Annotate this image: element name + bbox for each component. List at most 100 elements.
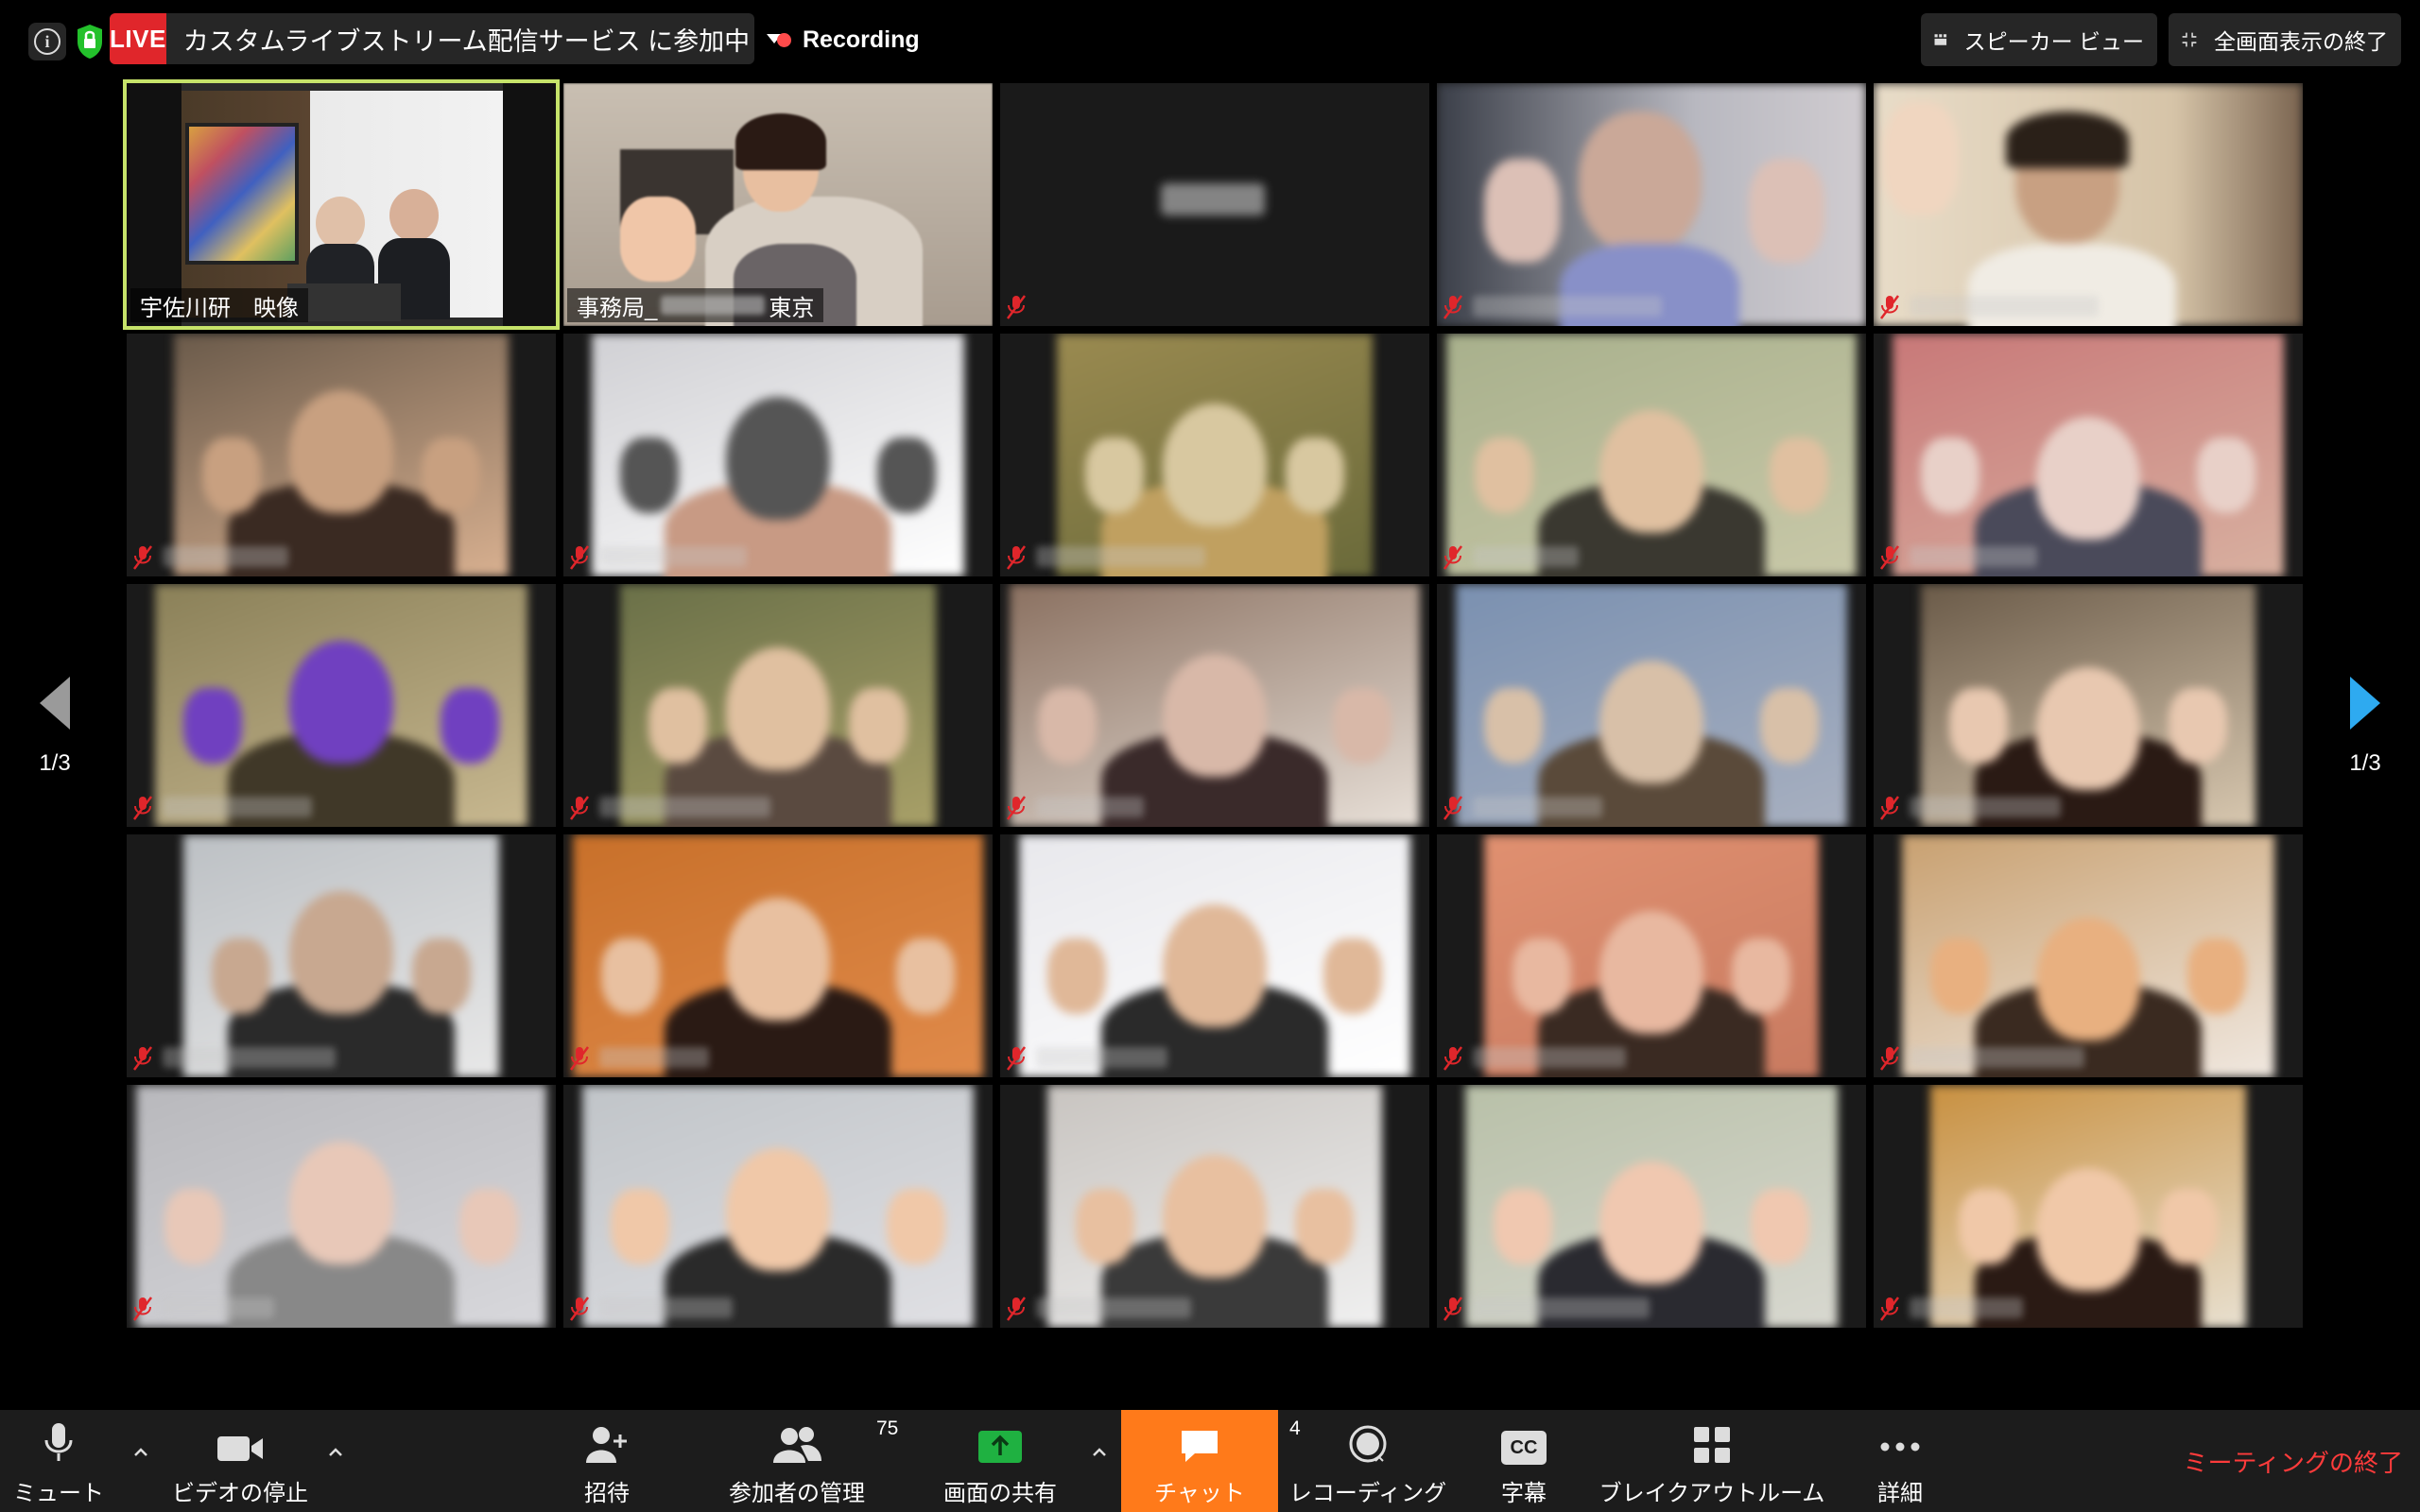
video-options-caret-icon[interactable] <box>327 1444 344 1461</box>
end-meeting-button[interactable]: ミーティングの終了 <box>2184 1444 2403 1479</box>
chat-label: チャット <box>1154 1481 1245 1506</box>
video-feed <box>1484 834 1819 1077</box>
video-tile[interactable] <box>1874 1085 2303 1328</box>
invite-button[interactable]: 招待 <box>571 1410 643 1512</box>
participant-name-redacted <box>1036 546 1205 567</box>
meeting-info-button[interactable]: i <box>28 23 66 60</box>
muted-microphone-icon <box>570 796 589 820</box>
recording-indicator: Recording <box>777 21 920 59</box>
manage-participants-button[interactable]: 75 参加者の管理 <box>726 1410 898 1512</box>
participant-hand <box>2187 938 2246 1014</box>
chat-button[interactable]: 4 チャット <box>1121 1410 1301 1512</box>
participant-hand <box>1770 438 1828 513</box>
video-feed <box>1446 334 1857 576</box>
video-feed <box>1047 1085 1382 1328</box>
arrow-left-icon <box>40 677 70 730</box>
video-feed <box>592 334 964 576</box>
muted-microphone-icon <box>133 545 152 570</box>
participant-name-redacted <box>163 546 288 567</box>
muted-microphone-icon <box>133 1297 152 1321</box>
invite-label: 招待 <box>584 1481 630 1506</box>
video-tile[interactable] <box>127 334 556 576</box>
recording-label: Recording <box>803 26 920 53</box>
video-tile[interactable] <box>1000 584 1429 827</box>
next-page-button[interactable]: 1/3 <box>2327 677 2403 777</box>
muted-microphone-icon <box>1443 796 1462 820</box>
video-tile[interactable] <box>1437 584 1866 827</box>
info-icon: i <box>34 28 60 55</box>
captions-button[interactable]: CC 字幕 <box>1494 1410 1554 1512</box>
stop-video-label: ビデオの停止 <box>172 1481 308 1506</box>
video-tile-camera-off[interactable] <box>1000 83 1429 326</box>
video-tile[interactable] <box>1000 1085 1429 1328</box>
recording-button[interactable]: レコーディング <box>1289 1410 1446 1512</box>
participant-face <box>1599 410 1703 533</box>
video-feed <box>1874 83 2303 326</box>
participant-hand <box>1047 938 1106 1014</box>
audio-options-caret-icon[interactable] <box>132 1444 149 1461</box>
participant-hand <box>412 938 471 1014</box>
live-stream-label: カスタムライブストリーム配信サービス に参加中 <box>182 26 751 56</box>
muted-microphone-icon <box>1007 796 1026 820</box>
speaker-view-label: スピーカー ビュー <box>1963 29 2144 54</box>
video-tile[interactable]: 事務局_ 東京 <box>563 83 993 326</box>
video-tile[interactable] <box>1437 83 1866 326</box>
more-button[interactable]: 詳細 <box>1868 1410 1932 1512</box>
video-tile[interactable] <box>1437 334 1866 576</box>
video-feed <box>620 584 936 827</box>
muted-microphone-icon <box>1007 1046 1026 1071</box>
video-tile[interactable] <box>1874 834 2303 1077</box>
participant-name-suffix: 東京 <box>769 295 815 321</box>
video-tile[interactable] <box>1874 83 2303 326</box>
participant-hand <box>1760 688 1819 764</box>
participant-face <box>289 641 393 764</box>
video-tile[interactable] <box>1000 834 1429 1077</box>
live-stream-status[interactable]: LIVE カスタムライブストリーム配信サービス に参加中 <box>110 13 783 64</box>
video-feed <box>174 334 509 576</box>
participant-hand <box>183 688 242 764</box>
video-tile[interactable] <box>127 834 556 1077</box>
participant-hand <box>1333 688 1392 764</box>
participant-hand <box>1921 438 1979 513</box>
exit-fullscreen-button[interactable]: 全画面表示の終了 <box>2169 13 2401 66</box>
participant-face <box>1163 404 1267 526</box>
share-screen-button[interactable]: 画面の共有 <box>936 1410 1064 1512</box>
participant-face <box>1163 904 1267 1027</box>
closed-captions-icon: CC <box>1501 1410 1547 1465</box>
participant-hand <box>611 1189 669 1264</box>
video-tile[interactable] <box>563 834 993 1077</box>
page-indicator-right: 1/3 <box>2349 750 2381 776</box>
share-options-caret-icon[interactable] <box>1091 1444 1108 1461</box>
participant-name-prefix: 事務局_ <box>577 295 658 321</box>
participant-hand <box>164 1189 223 1264</box>
video-tile[interactable] <box>1437 1085 1866 1328</box>
video-feed <box>573 834 983 1077</box>
stop-video-button[interactable]: ビデオの停止 <box>164 1410 316 1512</box>
video-feed <box>1010 584 1420 827</box>
video-tile[interactable] <box>563 1085 993 1328</box>
participant-name-redacted <box>1473 546 1579 567</box>
video-tile[interactable] <box>1437 834 1866 1077</box>
video-feed <box>1057 334 1373 576</box>
video-tile[interactable] <box>1874 334 2303 576</box>
participant-face <box>289 390 393 513</box>
encryption-shield-icon[interactable] <box>76 23 104 60</box>
participant-name-redacted <box>1473 1297 1650 1318</box>
video-tile-active-speaker[interactable]: 宇佐川研 映像 <box>123 79 560 330</box>
muted-microphone-icon <box>570 545 589 570</box>
speaker-view-button[interactable]: スピーカー ビュー <box>1921 13 2157 66</box>
video-tile[interactable] <box>1000 334 1429 576</box>
participant-name-redacted <box>163 1047 336 1068</box>
video-tile[interactable] <box>563 334 993 576</box>
video-tile[interactable] <box>127 1085 556 1328</box>
mute-button[interactable]: ミュート <box>13 1410 104 1512</box>
participant-hand <box>1751 1189 1809 1264</box>
participant-face <box>726 1148 830 1271</box>
participant-face <box>1599 911 1703 1034</box>
video-tile[interactable] <box>1874 584 2303 827</box>
video-tile[interactable] <box>563 584 993 827</box>
video-tile[interactable] <box>127 584 556 827</box>
participant-hand <box>896 938 955 1014</box>
breakout-rooms-button[interactable]: ブレイクアウトルーム <box>1598 1410 1826 1512</box>
previous-page-button[interactable]: 1/3 <box>17 677 93 777</box>
